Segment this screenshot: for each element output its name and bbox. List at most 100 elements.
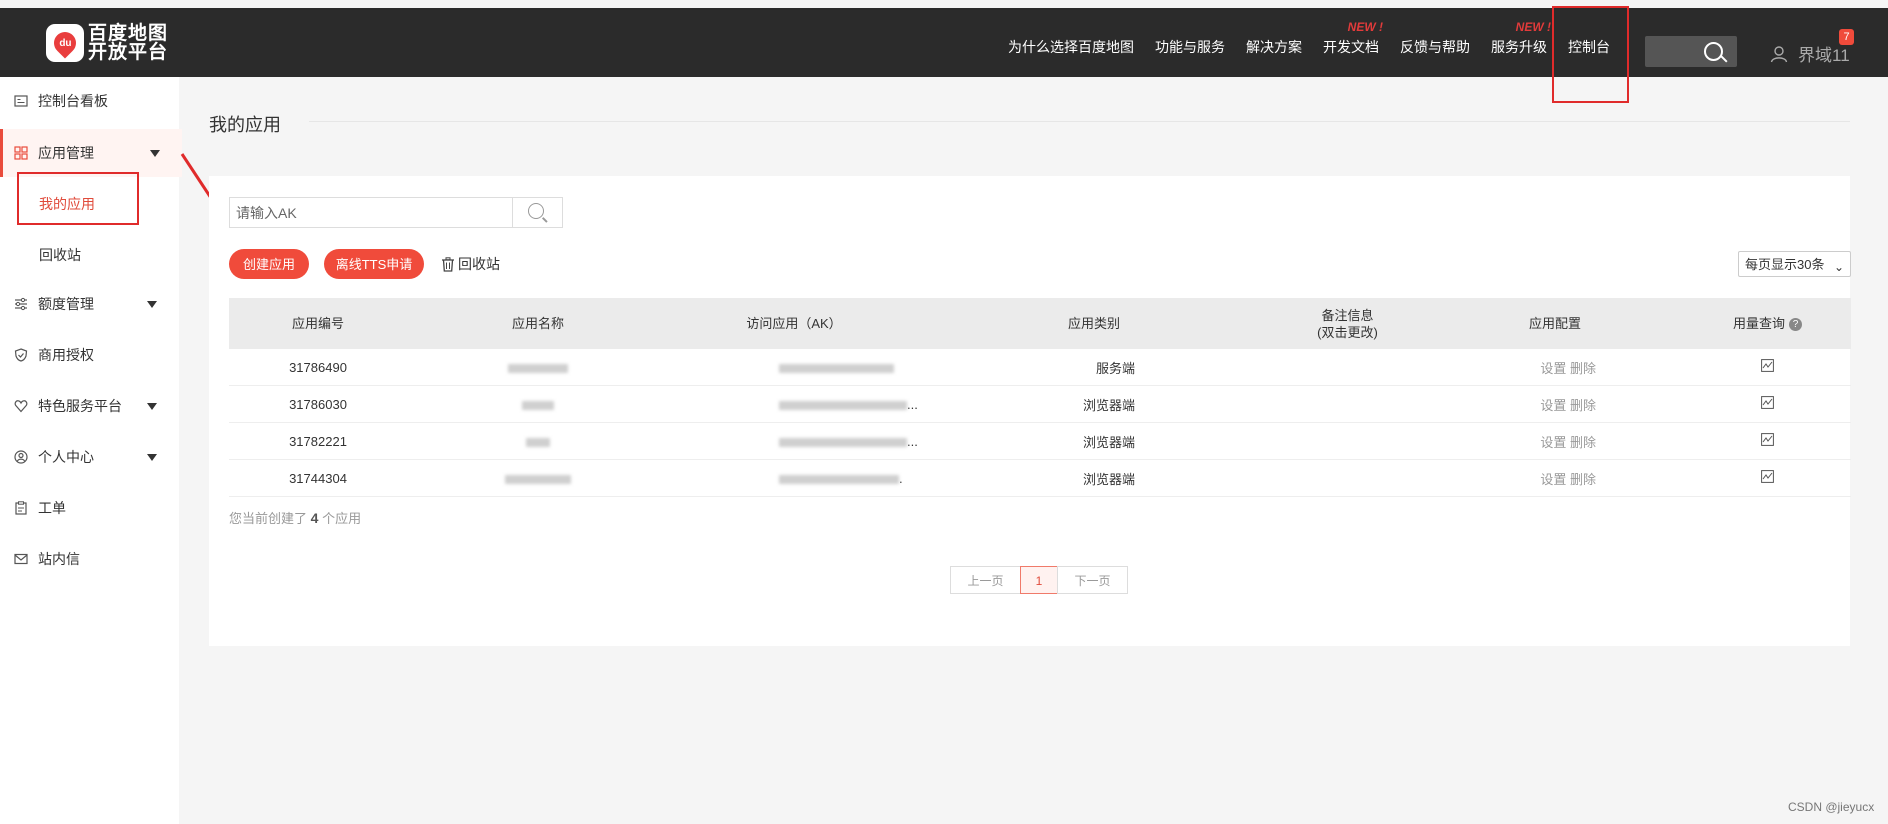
ak-search-input[interactable]: [230, 198, 515, 227]
sidebar-item-work-order[interactable]: 工单: [0, 484, 179, 532]
logo-mark: du: [58, 37, 72, 49]
delete-link[interactable]: 删除: [1570, 398, 1596, 413]
app-type: 浏览器端: [919, 422, 1269, 460]
user-icon: [1770, 45, 1788, 62]
sidebar-item-dashboard[interactable]: 控制台看板: [0, 77, 179, 125]
chart-icon[interactable]: [1761, 359, 1774, 372]
page-1-button[interactable]: 1: [1020, 566, 1058, 594]
nav-label: 为什么选择百度地图: [1008, 39, 1134, 55]
recycle-bin-link[interactable]: 回收站: [441, 254, 500, 274]
sidebar-item-app-management[interactable]: 应用管理: [0, 129, 182, 177]
nav-label: 反馈与帮助: [1400, 39, 1470, 55]
logo-text: 百度地图 开放平台: [88, 24, 168, 62]
chevron-down-icon: ⌄: [1833, 260, 1844, 274]
pagination: 上一页 1 下一页: [950, 566, 1128, 594]
baidu-map-logo[interactable]: du 百度地图 开放平台: [46, 24, 168, 62]
settings-link[interactable]: 设置: [1540, 398, 1566, 413]
sidebar-item-label: 特色服务平台: [38, 398, 122, 414]
user-menu[interactable]: 界域11: [1770, 41, 1850, 66]
ak-search-box: [229, 197, 563, 228]
prev-page-button[interactable]: 上一页: [950, 566, 1021, 594]
col-app-id: 应用编号: [229, 298, 407, 349]
per-page-select[interactable]: 每页显示30条 ⌄: [1738, 251, 1851, 277]
main-nav: 为什么选择百度地图 功能与服务 解决方案 开发文档 NEW ! 反馈与帮助 服务升…: [1008, 20, 1610, 57]
app-count-summary: 您当前创建了 4 个应用: [229, 508, 361, 527]
create-app-button[interactable]: 创建应用: [229, 249, 309, 279]
usage-query-cell: [1684, 349, 1851, 386]
help-icon[interactable]: ?: [1789, 318, 1802, 332]
app-config: 设置 删除: [1426, 422, 1684, 460]
app-remarks[interactable]: [1269, 349, 1426, 386]
col-app-type: 应用类别: [919, 298, 1269, 349]
mail-icon: [14, 553, 28, 565]
next-page-button[interactable]: 下一页: [1057, 566, 1128, 594]
nav-feedback-help[interactable]: 反馈与帮助: [1400, 37, 1470, 57]
shield-icon: [14, 348, 28, 362]
summary-count: 4: [310, 510, 319, 526]
nav-dev-docs[interactable]: 开发文档 NEW !: [1323, 20, 1383, 57]
delete-link[interactable]: 删除: [1570, 472, 1596, 487]
app-type: 浏览器端: [919, 459, 1269, 497]
ak-search-button[interactable]: [512, 198, 562, 227]
table-row: 31744304 . 浏览器端 设置 删除: [229, 459, 1851, 497]
app-remarks[interactable]: [1269, 459, 1426, 497]
col-usage-label: 用量查询: [1732, 316, 1785, 331]
col-app-config: 应用配置: [1426, 298, 1684, 349]
summary-prefix: 您当前创建了: [229, 511, 308, 526]
ak-suffix: .: [899, 470, 903, 486]
new-tag: NEW !: [1347, 20, 1383, 34]
sidebar-item-label: 工单: [38, 500, 66, 516]
logo-line-1: 百度地图: [88, 23, 169, 44]
nav-why-baidu-map[interactable]: 为什么选择百度地图: [1008, 37, 1134, 57]
sidebar-item-quota-management[interactable]: 额度管理: [0, 280, 179, 328]
chart-icon[interactable]: [1761, 470, 1774, 483]
offline-tts-apply-button[interactable]: 离线TTS申请: [324, 249, 424, 279]
recycle-link-label: 回收站: [458, 256, 500, 272]
logo-badge: du: [46, 24, 84, 62]
col-app-name: 应用名称: [407, 298, 669, 349]
nav-solutions[interactable]: 解决方案: [1246, 37, 1302, 57]
sliders-icon: [15, 297, 27, 311]
page-title: 我的应用: [209, 115, 281, 135]
col-remarks-hint: (双击更改): [1317, 324, 1378, 340]
table-row: 31786490 服务端 设置 删除: [229, 349, 1851, 386]
sidebar-item-label: 控制台看板: [38, 93, 108, 109]
notification-badge[interactable]: 7: [1839, 29, 1854, 45]
app-config: 设置 删除: [1426, 459, 1684, 497]
app-ak-redacted: ...: [669, 422, 919, 460]
sidebar-item-commercial-license[interactable]: 商用授权: [0, 331, 179, 379]
chart-icon[interactable]: [1761, 433, 1774, 446]
apps-table: 应用编号 应用名称 访问应用（AK） 应用类别 备注信息 (双击更改) 应用配置 …: [229, 298, 1851, 497]
table-row: 31786030 ... 浏览器端 设置 删除: [229, 385, 1851, 423]
summary-suffix: 个应用: [322, 511, 362, 526]
nav-label: 服务升级: [1491, 39, 1547, 55]
nav-label: 解决方案: [1246, 39, 1302, 55]
nav-service-upgrade[interactable]: 服务升级 NEW !: [1491, 20, 1551, 57]
settings-link[interactable]: 设置: [1540, 472, 1566, 487]
settings-link[interactable]: 设置: [1540, 435, 1566, 450]
delete-link[interactable]: 删除: [1570, 361, 1596, 376]
title-divider: [309, 121, 1850, 122]
delete-link[interactable]: 删除: [1570, 435, 1596, 450]
sidebar-item-featured-services[interactable]: 特色服务平台: [0, 382, 179, 430]
logo-line-2: 开放平台: [88, 42, 169, 63]
annotation-box-my-apps: [17, 172, 139, 225]
new-tag: NEW !: [1515, 20, 1551, 34]
usage-query-cell: [1684, 385, 1851, 423]
top-search-box[interactable]: [1645, 36, 1737, 67]
chart-icon[interactable]: [1761, 396, 1774, 409]
table-row: 31782221 ... 浏览器端 设置 删除: [229, 422, 1851, 460]
sidebar-sub-recycle-bin[interactable]: 回收站: [39, 245, 81, 265]
sidebar-item-site-messages[interactable]: 站内信: [0, 535, 179, 583]
watermark: CSDN @jieyucx: [1788, 800, 1875, 814]
app-config: 设置 删除: [1426, 385, 1684, 423]
sidebar-item-personal-center[interactable]: 个人中心: [0, 433, 179, 481]
app-remarks[interactable]: [1269, 385, 1426, 423]
app-remarks[interactable]: [1269, 422, 1426, 460]
nav-features-services[interactable]: 功能与服务: [1155, 37, 1225, 57]
usage-query-cell: [1684, 459, 1851, 497]
grid-icon: [14, 146, 28, 160]
settings-link[interactable]: 设置: [1540, 361, 1566, 376]
app-id: 31744304: [229, 459, 407, 497]
sidebar-item-label: 应用管理: [38, 145, 94, 161]
